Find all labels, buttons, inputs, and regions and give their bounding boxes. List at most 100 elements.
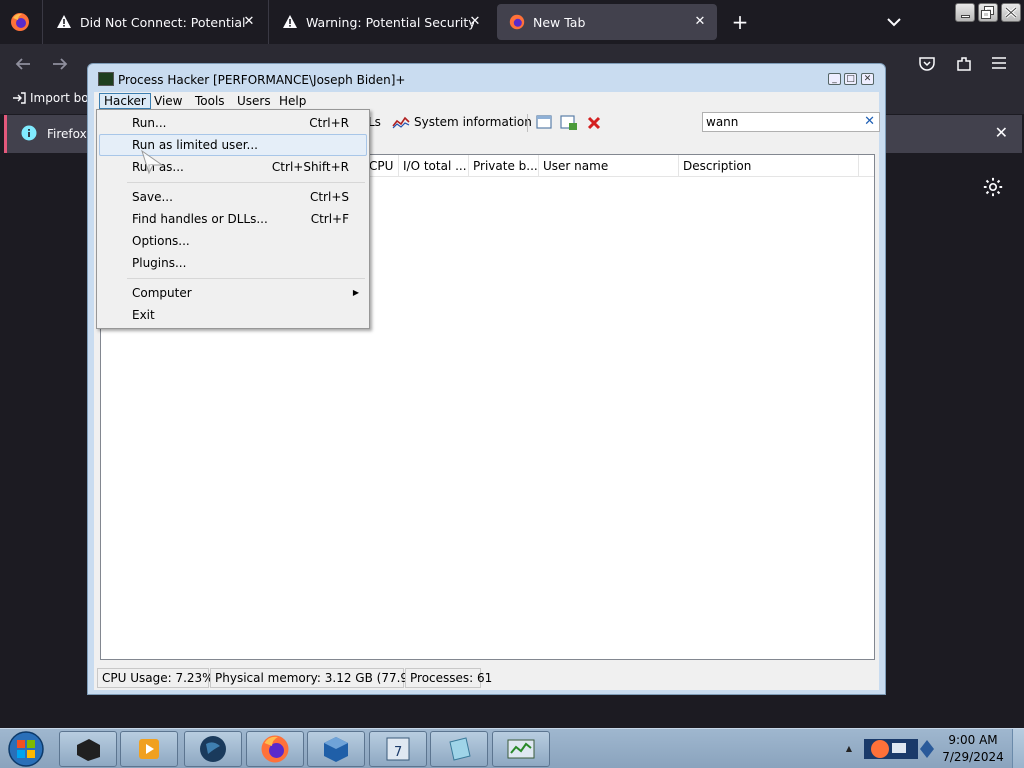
find-window-icon[interactable] (560, 115, 578, 131)
clock-date[interactable]: 7/29/2024 (940, 750, 1006, 764)
close-icon[interactable]: ✕ (995, 123, 1008, 142)
menu-view[interactable]: View (150, 93, 186, 109)
forward-arrow-icon[interactable] (51, 56, 69, 72)
column-header-description[interactable]: Description (679, 155, 859, 177)
maximize-button[interactable]: □ (844, 73, 857, 85)
process-hacker-icon (507, 739, 535, 759)
tab-new-tab[interactable]: New Tab ✕ (497, 4, 717, 40)
back-arrow-icon[interactable] (14, 56, 32, 72)
firefox-icon[interactable] (10, 12, 30, 32)
import-icon (13, 92, 26, 104)
close-window-button[interactable]: ✕ (861, 73, 874, 85)
tab-label: New Tab (533, 14, 586, 30)
svg-text:7: 7 (394, 745, 402, 760)
restore-button[interactable] (978, 3, 998, 22)
menu-item-label: Computer (132, 286, 192, 300)
menu-separator (127, 278, 365, 279)
chevron-down-icon[interactable] (882, 10, 906, 34)
menu-item-exit[interactable]: Exit (99, 304, 367, 326)
tray-icons[interactable] (862, 735, 920, 763)
taskbar-app-process-hacker[interactable] (492, 731, 550, 767)
menu-tools[interactable]: Tools (191, 93, 229, 109)
gear-icon[interactable] (982, 176, 1004, 198)
window-title: Process Hacker [PERFORMANCE\Joseph Biden… (118, 73, 406, 87)
pocket-icon[interactable] (918, 55, 936, 73)
menu-item-plugins[interactable]: Plugins... (99, 252, 367, 274)
window-icon[interactable] (536, 115, 552, 129)
taskbar-app-terminal[interactable] (59, 731, 117, 767)
taskbar-app-windows7[interactable]: 7 (369, 731, 427, 767)
column-header-io-total[interactable]: I/O total ... (399, 155, 469, 177)
close-icon[interactable]: ✕ (240, 13, 258, 31)
search-input[interactable] (703, 113, 853, 131)
taskbar-app-firefox[interactable] (246, 731, 304, 767)
menu-item-shortcut: Ctrl+R (309, 116, 349, 130)
taskbar-app-virtualbox[interactable] (307, 731, 365, 767)
tab-separator (268, 0, 269, 44)
column-header-cpu[interactable]: CPU (365, 155, 399, 177)
menu-item-label: Options... (132, 234, 190, 248)
menu-item-label: Exit (132, 308, 155, 322)
menu-item-shortcut: Ctrl+F (310, 212, 349, 226)
extensions-icon[interactable] (955, 55, 973, 73)
clock-time[interactable]: 9:00 AM (940, 733, 1006, 747)
tab-label: Did Not Connect: Potential Security Issu… (80, 14, 248, 30)
menu-item-find-handles[interactable]: Find handles or DLLs... Ctrl+F (99, 208, 367, 230)
process-hacker-icon (98, 72, 114, 86)
menu-item-run[interactable]: Run... Ctrl+R (99, 112, 367, 134)
status-bar: CPU Usage: 7.23% Physical memory: 3.12 G… (97, 666, 876, 688)
status-physical-memory: Physical memory: 3.12 GB (77.91%) (210, 668, 432, 688)
close-window-button[interactable] (1001, 3, 1021, 22)
menu-separator (127, 182, 365, 183)
menu-item-label: Find handles or DLLs... (132, 212, 268, 226)
firefox-icon (261, 735, 289, 763)
network-icon[interactable] (918, 737, 936, 761)
tab-security-warning[interactable]: Warning: Potential Security Risk Ahead ✕ (270, 4, 492, 40)
firefox-icon (509, 14, 525, 30)
tab-separator (42, 0, 43, 44)
search-box[interactable]: ✕ (702, 112, 880, 132)
menu-item-shortcut: Ctrl+Shift+R (271, 160, 349, 174)
hacker-menu-dropdown: Run... Ctrl+R Run as limited user... Run… (96, 109, 370, 329)
globe-icon (200, 736, 226, 762)
warning-icon (57, 15, 71, 28)
menu-users[interactable]: Users (233, 93, 275, 109)
system-information-label: System information (414, 115, 532, 129)
window-titlebar[interactable]: Process Hacker [PERFORMANCE\Joseph Biden… (88, 64, 885, 92)
chart-icon (392, 116, 410, 129)
minimize-button[interactable] (955, 3, 975, 22)
taskbar-app-media-player[interactable] (120, 731, 178, 767)
start-button-icon[interactable] (6, 730, 46, 768)
close-icon[interactable]: ✕ (466, 13, 484, 31)
tab-label: Warning: Potential Security Risk Ahead (306, 14, 474, 30)
taskbar-app-notepad[interactable] (430, 731, 488, 767)
menu-item-options[interactable]: Options... (99, 230, 367, 252)
status-cpu-usage: CPU Usage: 7.23% (97, 668, 214, 688)
clear-search-icon[interactable]: ✕ (864, 114, 875, 129)
close-icon[interactable]: ✕ (691, 13, 709, 31)
menu-item-computer[interactable]: Computer ▶ (99, 282, 367, 304)
menu-item-label: Plugins... (132, 256, 187, 270)
info-icon (21, 125, 37, 141)
tab-did-not-connect[interactable]: Did Not Connect: Potential Security Issu… (44, 4, 266, 40)
menu-hacker[interactable]: Hacker (99, 93, 151, 109)
windows7-icon: 7 (386, 737, 410, 761)
system-information-button[interactable]: System information (392, 115, 532, 129)
menu-item-save[interactable]: Save... Ctrl+S (99, 186, 367, 208)
show-desktop-button[interactable] (1012, 729, 1024, 768)
menu-item-label: Run... (132, 116, 167, 130)
menu-item-shortcut: Ctrl+S (309, 190, 349, 204)
tray-expand-icon[interactable]: ▲ (844, 733, 854, 765)
terminate-icon[interactable] (586, 115, 602, 131)
taskbar-app-browser[interactable] (184, 731, 242, 767)
new-tab-button[interactable]: + (728, 10, 752, 34)
taskbar: 7 ▲ 9:00 AM 7/29/2024 (0, 728, 1024, 768)
mouse-cursor-icon (141, 149, 164, 175)
column-header-private-bytes[interactable]: Private b... (469, 155, 539, 177)
menu-help[interactable]: Help (275, 93, 310, 109)
menu-item-label: Save... (132, 190, 173, 204)
column-header-user-name[interactable]: User name (539, 155, 679, 177)
submenu-arrow-icon: ▶ (352, 288, 359, 297)
hamburger-menu-icon[interactable] (991, 56, 1007, 70)
minimize-button[interactable]: _ (828, 73, 841, 85)
